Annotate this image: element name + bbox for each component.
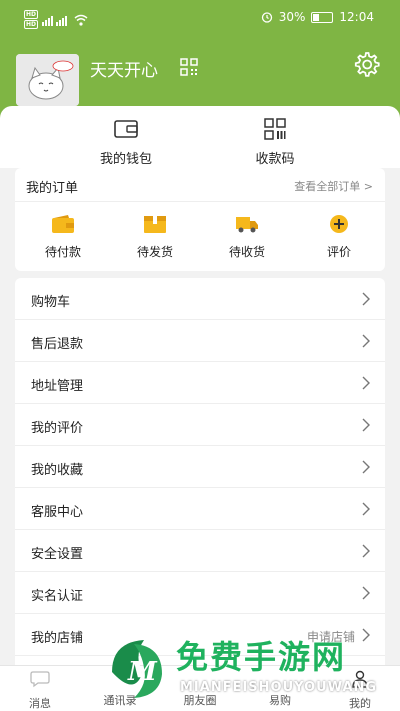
- truck-icon: [236, 217, 258, 233]
- settings-gear-icon[interactable]: [352, 50, 380, 78]
- menu-item-label: 客服中心: [31, 505, 84, 520]
- moments-icon: [190, 670, 210, 688]
- chevron-right-icon: [362, 418, 370, 432]
- network-indicators: HD HD: [24, 10, 88, 29]
- clock: 12:04: [339, 10, 374, 24]
- menu-item-after-sales[interactable]: 售后退款: [15, 320, 385, 362]
- payment-code-button[interactable]: 收款码: [225, 118, 325, 167]
- status-right: 30% 12:04: [261, 10, 374, 24]
- tab-label: 消息: [29, 697, 51, 710]
- tab-label: 通讯录: [103, 694, 137, 707]
- payment-code-label: 收款码: [255, 152, 295, 167]
- menu-item-label: 我的评价: [31, 421, 84, 436]
- bottom-tab-bar: 消息 通讯录 朋友圈 易购 我的: [0, 665, 400, 711]
- chevron-right-icon: [362, 544, 370, 558]
- wallet-label: 我的钱包: [99, 152, 152, 167]
- chevron-right-icon: [362, 502, 370, 516]
- menu-item-label: 我的收藏: [31, 463, 84, 478]
- status-bar: HD HD 30% 12:04: [0, 0, 400, 34]
- menu-item-label: 安全设置: [31, 547, 84, 562]
- order-pending-payment[interactable]: 待付款: [17, 214, 109, 260]
- order-review[interactable]: 评价: [293, 214, 385, 260]
- qr-code-icon: [264, 118, 286, 140]
- chevron-right-icon: [362, 460, 370, 474]
- menu-item-my-store[interactable]: 我的店铺 申请店铺: [15, 614, 385, 656]
- orders-header[interactable]: 我的订单 查看全部订单 >: [15, 168, 385, 202]
- person-icon: [352, 670, 368, 688]
- tab-messages[interactable]: 消息: [0, 670, 80, 711]
- tab-label: 易购: [269, 694, 291, 707]
- menu-item-label: 购物车: [31, 295, 71, 310]
- alarm-icon: [261, 12, 272, 23]
- menu-item-label: 实名认证: [31, 589, 84, 604]
- chevron-right-icon: [362, 628, 370, 642]
- order-pending-shipment[interactable]: 待发货: [109, 214, 201, 260]
- shop-icon: [270, 670, 290, 688]
- chevron-right-icon: [362, 586, 370, 600]
- tab-label: 我的: [349, 697, 371, 710]
- menu-item-label: 地址管理: [31, 379, 84, 394]
- wallet-icon: [114, 120, 138, 138]
- orders-card: 我的订单 查看全部订单 > 待付款 待发货 待收货 评价: [15, 168, 385, 271]
- settings-menu: 购物车 售后退款 地址管理 我的评价 我的收藏 客服中心 安全设置 实名认证 我…: [15, 278, 385, 678]
- chevron-right-icon: [362, 292, 370, 306]
- tab-me[interactable]: 我的: [320, 670, 400, 711]
- menu-item-security[interactable]: 安全设置: [15, 530, 385, 572]
- wallet-card: 我的钱包 收款码: [0, 106, 400, 168]
- menu-item-customer-service[interactable]: 客服中心: [15, 488, 385, 530]
- order-item-label: 待付款: [44, 245, 81, 259]
- wallet-pay-icon: [52, 215, 74, 233]
- tab-moments[interactable]: 朋友圈: [160, 670, 240, 708]
- hd-icon: HD HD: [24, 10, 39, 29]
- battery-percent: 30%: [278, 10, 306, 24]
- contacts-icon: [110, 670, 130, 688]
- menu-item-label: 售后退款: [31, 337, 84, 352]
- chevron-right-icon: [362, 376, 370, 390]
- cat-avatar-image: [16, 54, 79, 106]
- order-item-label: 待收货: [228, 245, 265, 259]
- menu-item-favorites[interactable]: 我的收藏: [15, 446, 385, 488]
- tab-shop[interactable]: 易购: [240, 670, 320, 708]
- menu-item-my-reviews[interactable]: 我的评价: [15, 404, 385, 446]
- username: 天天开心: [90, 61, 158, 81]
- box-icon: [144, 216, 166, 233]
- chat-bubble-icon: [30, 671, 50, 688]
- menu-item-verification[interactable]: 实名认证: [15, 572, 385, 614]
- apply-store-link[interactable]: 申请店铺: [307, 628, 355, 645]
- tab-contacts[interactable]: 通讯录: [80, 670, 160, 708]
- signal-icon: [42, 15, 68, 26]
- order-item-label: 评价: [326, 245, 351, 259]
- avatar[interactable]: [16, 54, 79, 106]
- orders-title: 我的订单: [26, 181, 79, 196]
- menu-item-address[interactable]: 地址管理: [15, 362, 385, 404]
- order-item-label: 待发货: [136, 245, 173, 259]
- chevron-right-icon: [362, 334, 370, 348]
- tab-label: 朋友圈: [183, 694, 217, 707]
- battery-icon: [311, 11, 334, 23]
- wifi-icon: [74, 14, 88, 26]
- wallet-button[interactable]: 我的钱包: [76, 118, 176, 167]
- view-all-orders-link[interactable]: 查看全部订单 >: [294, 178, 373, 194]
- plus-icon: [330, 215, 348, 233]
- order-pending-receipt[interactable]: 待收货: [201, 214, 293, 260]
- menu-item-label: 我的店铺: [31, 631, 84, 646]
- qr-code-icon[interactable]: [180, 58, 198, 76]
- profile-header: HD HD 30% 12:04 天天开心: [0, 0, 400, 118]
- menu-item-cart[interactable]: 购物车: [15, 278, 385, 320]
